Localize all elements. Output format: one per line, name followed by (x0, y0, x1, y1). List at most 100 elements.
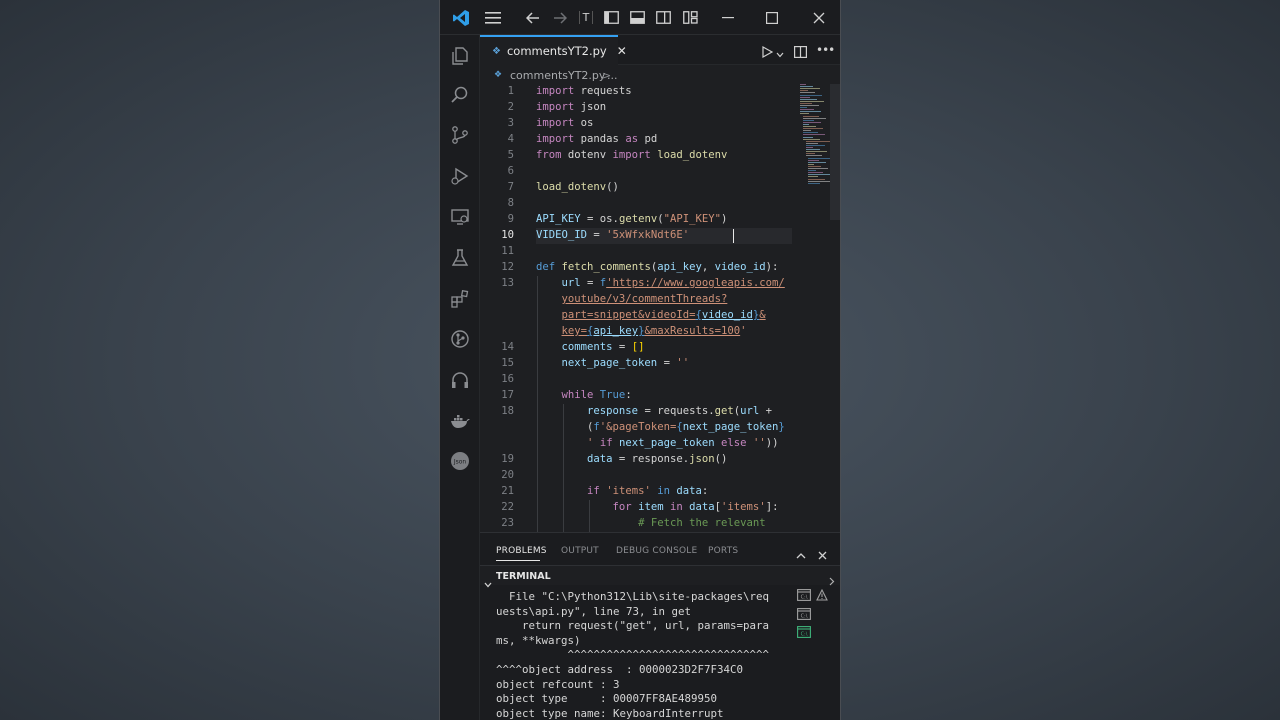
code-text: ' if next_page_token else '')) (587, 437, 779, 449)
toggle-panel-icon[interactable] (627, 0, 647, 35)
line-number: 10 (501, 229, 514, 241)
minimap-line (803, 121, 821, 123)
code-text: response = requests.get(url + (587, 405, 773, 417)
minimap-line (806, 144, 825, 146)
code-line: 5 from dotenv import load_dotenv (480, 147, 780, 163)
minimap[interactable] (798, 84, 832, 194)
terminal-output[interactable]: File "C:\Python312\Lib\site-packages\req… (480, 587, 780, 720)
minimap-line (800, 107, 807, 109)
remote-explorer-icon[interactable] (448, 205, 472, 229)
line-number: 17 (501, 389, 514, 401)
minimap-line (803, 130, 811, 132)
active-tab-underline (496, 560, 540, 561)
code-text: while True: (561, 389, 632, 401)
maximize-panel-chevron-icon[interactable] (796, 545, 806, 564)
code-text: comments = [] (561, 341, 645, 353)
search-icon[interactable] (448, 83, 472, 107)
code-text: API_KEY = os.getenv("API_KEY") (536, 213, 728, 225)
minimap-line (800, 109, 814, 111)
minimap-line (806, 149, 820, 151)
code-line: 2 import json (480, 99, 780, 115)
tab-ports[interactable]: PORTS (708, 546, 738, 556)
customize-layout-icon[interactable] (680, 0, 700, 35)
warning-icon[interactable] (816, 586, 830, 601)
terminal-instance-icon[interactable]: C:\ (797, 586, 811, 601)
tab-filename: commentsYT2.py (506, 44, 607, 58)
line-number: 4 (507, 133, 514, 145)
terminal-line: uests\api.py", line 73, in get (496, 604, 692, 618)
code-line: 9 API_KEY = os.getenv("API_KEY") (480, 211, 780, 227)
json-icon[interactable]: Json (448, 449, 472, 473)
tab-problems[interactable]: PROBLEMS (496, 546, 547, 556)
run-python-file-icon[interactable] (761, 43, 774, 62)
testing-flask-icon[interactable] (448, 246, 472, 270)
minimap-line (808, 170, 816, 172)
line-number: 9 (507, 213, 514, 225)
code-line: 15 next_page_token = '' (480, 355, 780, 371)
minimap-line (808, 174, 830, 176)
activity-bar: Json (440, 35, 480, 720)
svg-text:Json: Json (453, 459, 467, 466)
menu-hamburger-icon[interactable] (480, 0, 506, 35)
minimize-icon[interactable] (715, 0, 741, 35)
minimap-line (803, 119, 814, 121)
code-editor[interactable]: 1 import requests 2 import json 3 import os 4 i… (480, 84, 840, 532)
line-number: 6 (507, 165, 514, 177)
toggle-primary-sidebar-icon[interactable] (601, 0, 621, 35)
maximize-icon[interactable] (759, 0, 785, 35)
minimap-line (800, 102, 812, 104)
editor-tab-commentsYT2[interactable]: ❖ commentsYT2.py ✕ (480, 35, 627, 65)
code-text: VIDEO_ID = '5xWfxkNdt6E' (536, 229, 690, 241)
more-actions-icon[interactable]: ••• (816, 43, 835, 57)
editor-scrollbar-thumb[interactable] (830, 84, 840, 220)
headphones-icon[interactable] (448, 368, 472, 392)
explorer-icon[interactable] (448, 44, 472, 68)
terminal-section-header[interactable]: TERMINAL (480, 565, 840, 588)
svg-text:C:\: C:\ (801, 614, 808, 620)
code-line: (f'&pageToken={next_page_token} (480, 419, 785, 435)
code-line: 21 if 'items' in data: (480, 483, 780, 499)
back-arrow-icon[interactable] (520, 0, 546, 35)
minimap-line (803, 123, 809, 125)
minimap-line (803, 136, 813, 138)
layout-toggle-button[interactable]: T (576, 0, 596, 35)
split-editor-icon[interactable] (794, 43, 808, 62)
run-dropdown-chevron-icon[interactable] (776, 44, 784, 63)
run-debug-icon[interactable] (448, 164, 472, 188)
minimap-line (800, 84, 806, 85)
minimap-line (800, 90, 808, 92)
line-number: 11 (501, 245, 514, 257)
minimap-line (806, 153, 815, 155)
line-number: 18 (501, 405, 514, 417)
terminal-instance-icon[interactable]: C:\ (797, 605, 811, 620)
code-line: 19 data = response.json() (480, 451, 780, 467)
tab-output[interactable]: OUTPUT (561, 546, 599, 556)
code-text: load_dotenv() (536, 181, 619, 193)
code-line: 11 (480, 243, 780, 259)
terminal-line: object refcount : 3 (496, 677, 620, 691)
close-window-icon[interactable] (806, 0, 832, 35)
minimap-line (806, 140, 830, 142)
source-control-icon[interactable] (448, 123, 472, 147)
close-panel-icon[interactable] (818, 545, 827, 564)
code-text: (f'&pageToken={next_page_token} (536, 421, 785, 433)
minimap-line (808, 159, 819, 161)
line-number: 13 (501, 277, 514, 289)
toggle-secondary-sidebar-icon[interactable] (653, 0, 673, 35)
git-graph-icon[interactable] (448, 327, 472, 351)
tab-close-icon[interactable]: ✕ (617, 44, 627, 58)
docker-whale-icon[interactable] (448, 409, 472, 433)
minimap-line (808, 180, 832, 182)
breadcrumb-more[interactable]: ... (607, 69, 618, 82)
code-line: part=snippet&videoId={video_id}& (480, 307, 780, 323)
minimap-line (808, 165, 821, 167)
code-line: 23 # Fetch the relevant (480, 515, 780, 531)
forward-arrow-icon[interactable] (547, 0, 573, 35)
tab-debug-console[interactable]: DEBUG CONSOLE (616, 546, 697, 556)
minimap-line (803, 126, 816, 127)
breadcrumb-file[interactable]: commentsYT2.py (510, 69, 605, 82)
terminal-instance-active-icon[interactable]: C:\ (797, 623, 811, 638)
line-number: 23 (501, 517, 514, 529)
layout-toggle-label: T (578, 11, 594, 24)
extensions-icon[interactable] (448, 287, 472, 311)
